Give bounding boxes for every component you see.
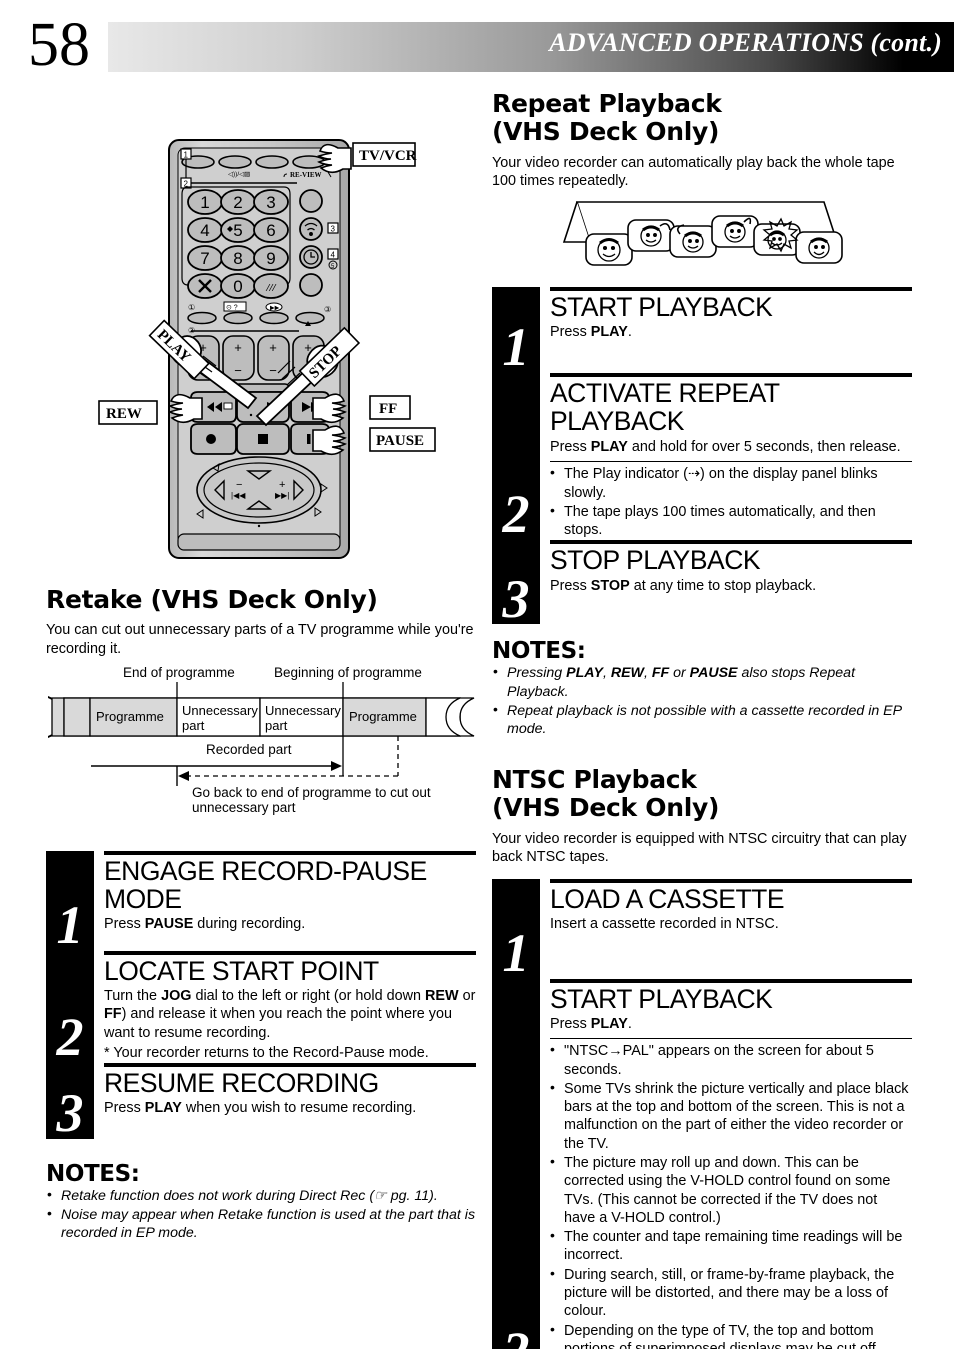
step-number: 3 xyxy=(56,1083,84,1144)
step-body: Press STOP at any time to stop playback. xyxy=(550,577,817,594)
step-heading: RESUME RECORDING xyxy=(104,1068,379,1099)
cell-unnecessary-2b: part xyxy=(265,718,288,733)
notes-list: Retake function does not work during Dir… xyxy=(46,1186,476,1243)
bullet-item: The tape plays 100 times automatically, … xyxy=(550,502,912,540)
manual-page: ADVANCED OPERATIONS (cont.) 58 ◁))/◁▨ RE… xyxy=(0,0,954,1349)
divider xyxy=(550,460,912,463)
retake-title: Retake (VHS Deck Only) xyxy=(46,585,378,614)
repeat-playback-illustration xyxy=(492,198,912,275)
step-note: * Your recorder returns to the Record-Pa… xyxy=(104,1045,429,1062)
note-item: Repeat playback is not possible with a c… xyxy=(492,701,912,738)
label-recorded-part: Recorded part xyxy=(206,742,292,757)
retake-section: Retake (VHS Deck Only) You can cut out u… xyxy=(46,585,476,1243)
step-body: Press PLAY. xyxy=(550,324,632,341)
repeat-title-line2: (VHS Deck Only) xyxy=(492,117,720,147)
ntsc-title-line1: NTSC Playback xyxy=(492,765,697,795)
cell-unnecessary-1a: Unnecessary xyxy=(182,703,258,718)
step-number: 2 xyxy=(502,483,530,544)
retake-steps: 1 ENGAGE RECORD-PAUSE MODE Press PAUSE d… xyxy=(46,851,476,1144)
note-item: Pressing PLAY, REW, FF or PAUSE also sto… xyxy=(492,663,912,700)
step-number: 2 xyxy=(492,1324,540,1349)
label-go-back-2: unnecessary part xyxy=(192,800,296,815)
tape-diagram-svg: End of programme Beginning of programme xyxy=(48,665,475,815)
ntsc-step-2: 2 START PLAYBACK Press PLAY. "NTSC→PAL" … xyxy=(492,983,912,1349)
notes-title: NOTES: xyxy=(492,638,586,665)
label-beginning-of-programme: Beginning of programme xyxy=(274,665,422,680)
label-go-back-1: Go back to end of programme to cut out xyxy=(192,785,431,800)
divider xyxy=(550,1037,912,1040)
ntsc-steps: 1 LOAD A CASSETTE Insert a cassette reco… xyxy=(492,878,912,1349)
repeat-illustration-svg xyxy=(562,201,843,267)
bullet-item: Depending on the type of TV, the top and… xyxy=(550,1321,912,1349)
bullet-item: The Play indicator (⇢) on the display pa… xyxy=(550,464,912,502)
repeat-step-3: 3 STOP PLAYBACK Press STOP at any time t… xyxy=(492,544,912,629)
note-item: Retake function does not work during Dir… xyxy=(46,1186,476,1205)
repeat-intro: Your video recorder can automatically pl… xyxy=(492,154,895,189)
page-title: ADVANCED OPERATIONS (cont.) xyxy=(549,28,942,57)
repeat-title-line1: Repeat Playback xyxy=(492,89,722,118)
cell-unnecessary-1b: part xyxy=(182,718,205,733)
ntsc-playback-section: NTSC Playback (VHS Deck Only) Your video… xyxy=(492,765,912,1349)
retake-step-1: 1 ENGAGE RECORD-PAUSE MODE Press PAUSE d… xyxy=(46,855,476,956)
step-heading: START PLAYBACK xyxy=(550,292,773,323)
step-heading: LOAD A CASSETTE xyxy=(550,883,785,914)
notes-title: NOTES: xyxy=(46,1161,140,1188)
step-body: Press PLAY when you wish to resume recor… xyxy=(104,1100,417,1117)
ntsc-step-1: 1 LOAD A CASSETTE Insert a cassette reco… xyxy=(492,883,912,979)
step-body: Press PLAY and hold for over 5 seconds, … xyxy=(550,438,901,455)
step-body: Press PLAY. xyxy=(550,1015,632,1032)
retake-step-2: 2 LOCATE START POINT Turn the JOG dial t… xyxy=(46,955,476,1068)
page-header: ADVANCED OPERATIONS (cont.) 58 xyxy=(0,14,954,76)
step-heading: ACTIVATE REPEAT PLAYBACK xyxy=(550,378,780,437)
bullet-item: Some TVs shrink the picture vertically a… xyxy=(550,1079,912,1153)
step-number: 1 xyxy=(502,922,530,983)
repeat-step-2: 2 ACTIVATE REPEAT PLAYBACK Press PLAY an… xyxy=(492,377,912,544)
bullet-item: The picture may roll up and down. This c… xyxy=(550,1153,912,1227)
label-end-of-programme: End of programme xyxy=(123,665,235,680)
ntsc-title-line2: (VHS Deck Only) xyxy=(492,793,720,823)
repeat-steps: 1 START PLAYBACK Press PLAY. 2 ACTIVATE … xyxy=(492,287,912,629)
retake-step-3: 3 RESUME RECORDING Press PLAY when you w… xyxy=(46,1067,476,1144)
repeat-step-2-bullets: The Play indicator (⇢) on the display pa… xyxy=(550,464,912,540)
bullet-item: During search, still, or frame-by-frame … xyxy=(550,1265,912,1321)
step-number: 1 xyxy=(502,317,530,378)
cell-programme-1: Programme xyxy=(96,709,164,724)
step-heading: ENGAGE RECORD-PAUSE MODE xyxy=(104,856,427,915)
retake-intro: You can cut out unnecessary parts of a T… xyxy=(46,622,474,657)
step-heading: STOP PLAYBACK xyxy=(550,545,761,576)
retake-tape-diagram: End of programme Beginning of programme xyxy=(46,664,476,839)
step-heading: START PLAYBACK xyxy=(550,983,773,1014)
ntsc-title: NTSC Playback (VHS Deck Only) xyxy=(492,765,912,823)
note-item: Noise may appear when Retake function is… xyxy=(46,1205,476,1242)
repeat-notes: NOTES: Pressing PLAY, REW, FF or PAUSE a… xyxy=(492,638,912,738)
ntsc-intro: Your video recorder is equipped with NTS… xyxy=(492,830,907,866)
repeat-step-1: 1 START PLAYBACK Press PLAY. xyxy=(492,291,912,378)
page-number: 58 xyxy=(28,11,90,79)
step-number: 1 xyxy=(56,895,84,956)
left-column: Retake (VHS Deck Only) You can cut out u… xyxy=(46,96,476,1244)
repeat-title: Repeat Playback (VHS Deck Only) xyxy=(492,89,912,147)
notes-list: Pressing PLAY, REW, FF or PAUSE also sto… xyxy=(492,663,912,738)
step-heading: LOCATE START POINT xyxy=(104,956,379,987)
retake-notes: NOTES: Retake function does not work dur… xyxy=(46,1161,476,1243)
ntsc-step-2-bullets: "NTSC→PAL" appears on the screen for abo… xyxy=(550,1041,912,1349)
step-body: Press PAUSE during recording. xyxy=(104,916,306,933)
step-number: 2 xyxy=(56,1007,84,1068)
step-body: Insert a cassette recorded in NTSC. xyxy=(550,915,779,932)
cell-programme-2: Programme xyxy=(349,709,417,724)
right-column: Repeat Playback (VHS Deck Only) Your vid… xyxy=(492,89,912,1349)
bullet-item: The counter and tape remaining time read… xyxy=(550,1227,912,1265)
step-body: Turn the JOG dial to the left or right (… xyxy=(104,988,476,1041)
cell-unnecessary-2a: Unnecessary xyxy=(265,703,341,718)
step-number: 3 xyxy=(502,568,530,629)
bullet-item: "NTSC→PAL" appears on the screen for abo… xyxy=(550,1041,912,1079)
repeat-playback-section: Repeat Playback (VHS Deck Only) Your vid… xyxy=(492,89,912,738)
